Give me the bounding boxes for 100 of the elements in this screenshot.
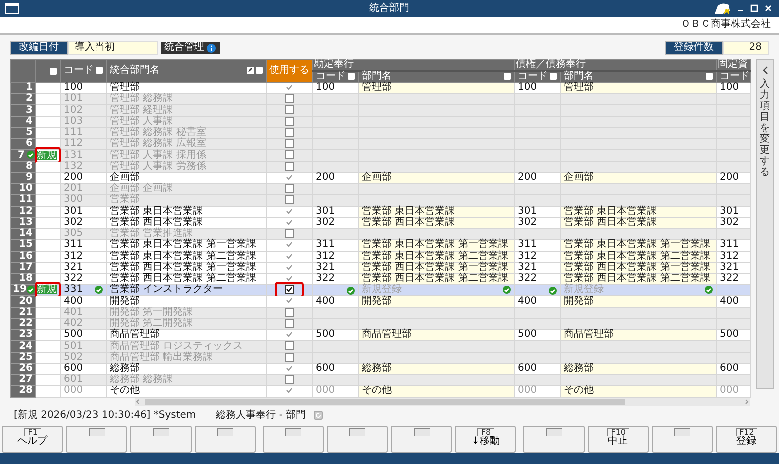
row-number[interactable]: 4: [10, 116, 36, 128]
row-number[interactable]: 20: [10, 296, 36, 308]
table-cell: 商品管理部: [358, 330, 514, 341]
side-panel-toggle[interactable]: 入力項目を変更する: [756, 59, 774, 389]
table-cell: 311: [60, 240, 106, 252]
function-key[interactable]: [262, 426, 324, 453]
checkbox[interactable]: [285, 206, 294, 216]
revision-date-field[interactable]: 導入当初: [68, 41, 158, 55]
scrollbar-thumb[interactable]: [145, 398, 625, 405]
checkbox[interactable]: [285, 184, 294, 194]
table-cell: 305: [60, 228, 106, 240]
column-header[interactable]: 部門名: [560, 71, 716, 82]
table-cell: 営業部 東日本営業課: [358, 206, 514, 218]
check-circle-icon: [549, 286, 557, 295]
column-header[interactable]: コード: [60, 60, 106, 82]
row-number[interactable]: 6: [10, 138, 36, 150]
table-cell: 開発部: [106, 296, 266, 308]
checkbox[interactable]: [285, 386, 294, 396]
checkbox[interactable]: [285, 274, 294, 283]
row-number[interactable]: 18: [10, 273, 36, 285]
table-cell: 300: [60, 194, 106, 206]
row-number[interactable]: 17: [10, 262, 36, 274]
checkbox[interactable]: [285, 285, 294, 294]
row-number[interactable]: 11: [10, 194, 36, 206]
column-header[interactable]: [36, 60, 60, 82]
checkbox[interactable]: [285, 94, 294, 104]
row-number[interactable]: 24: [10, 340, 36, 352]
table-cell: 311: [312, 240, 358, 252]
row-number[interactable]: 1: [10, 82, 36, 94]
checkbox[interactable]: [285, 83, 294, 92]
table-cell: 商品管理部: [106, 330, 266, 341]
function-key[interactable]: F12 登録: [716, 426, 778, 453]
checkbox[interactable]: [285, 105, 294, 114]
function-key[interactable]: [652, 426, 713, 453]
checkbox[interactable]: [285, 252, 294, 261]
checkbox[interactable]: [285, 172, 294, 182]
row-number[interactable]: 28: [10, 386, 36, 398]
checkbox[interactable]: [285, 352, 294, 362]
column-title: コード: [518, 71, 548, 82]
row-number[interactable]: 13: [10, 217, 36, 229]
table-cell: その他: [106, 386, 266, 398]
mode-text: 統合管理: [164, 42, 204, 54]
row-number[interactable]: 10: [10, 184, 36, 195]
checkbox[interactable]: [285, 240, 294, 250]
bird-logo-icon: [713, 2, 731, 15]
table-cell: 企画部: [560, 172, 716, 184]
column-header[interactable]: 使用する: [266, 60, 312, 82]
scroll-left-icon: [135, 398, 141, 405]
checkbox[interactable]: [285, 218, 294, 227]
function-key[interactable]: [130, 426, 192, 453]
info-icon: [207, 44, 216, 52]
checkbox[interactable]: [285, 375, 294, 384]
row-number[interactable]: 21: [10, 307, 36, 318]
row-number[interactable]: 27: [10, 374, 36, 386]
row-number[interactable]: 15: [10, 240, 36, 252]
function-key[interactable]: [194, 426, 256, 453]
row-number[interactable]: 14: [10, 228, 36, 240]
row-number[interactable]: 3: [10, 104, 36, 116]
table-cell: 000: [716, 386, 750, 398]
table-cell: 100: [716, 82, 750, 94]
table-cell: 000: [514, 386, 560, 398]
function-key[interactable]: F1 ヘルプ: [2, 426, 64, 453]
column-header[interactable]: 部門名: [358, 71, 514, 82]
checkbox[interactable]: [285, 195, 294, 204]
row-number[interactable]: 23: [10, 330, 36, 341]
row-number[interactable]: 8: [10, 161, 36, 172]
checkbox[interactable]: [285, 330, 294, 340]
checkbox[interactable]: [285, 128, 294, 137]
checkbox[interactable]: [285, 162, 294, 171]
checkbox[interactable]: [285, 318, 294, 328]
checkbox[interactable]: [285, 364, 294, 373]
row-number[interactable]: 2: [10, 94, 36, 105]
checkbox[interactable]: [285, 116, 294, 126]
function-key[interactable]: [326, 426, 388, 453]
column-title: コード: [316, 71, 346, 82]
row-number[interactable]: 12: [10, 206, 36, 218]
checkbox[interactable]: [285, 341, 294, 350]
function-key[interactable]: F10 中止: [588, 426, 649, 453]
table-cell: 営業部 西日本営業課 第一営業課: [560, 262, 716, 274]
function-key[interactable]: [523, 426, 585, 453]
row-number[interactable]: 26: [10, 363, 36, 375]
checkbox[interactable]: [285, 296, 294, 306]
function-key[interactable]: F8 ↓移動: [455, 426, 516, 453]
checkbox[interactable]: [285, 139, 294, 148]
checkbox[interactable]: [285, 150, 294, 160]
row-number[interactable]: 5: [10, 127, 36, 139]
function-key[interactable]: [391, 426, 452, 453]
checkbox[interactable]: [285, 308, 294, 317]
table-cell: 601: [60, 374, 106, 386]
table-cell: 営業部 東日本営業課 第二営業課: [358, 251, 514, 262]
column-header[interactable]: 統合部門名: [106, 60, 266, 82]
checkbox[interactable]: [285, 229, 294, 238]
checkbox[interactable]: [285, 262, 294, 272]
table-cell: 100: [312, 82, 358, 94]
record-count: 28: [723, 41, 769, 55]
row-number[interactable]: 16: [10, 251, 36, 262]
function-key[interactable]: [66, 426, 128, 453]
row-number[interactable]: 9: [10, 172, 36, 184]
row-number[interactable]: 25: [10, 352, 36, 364]
row-number[interactable]: 22: [10, 318, 36, 330]
